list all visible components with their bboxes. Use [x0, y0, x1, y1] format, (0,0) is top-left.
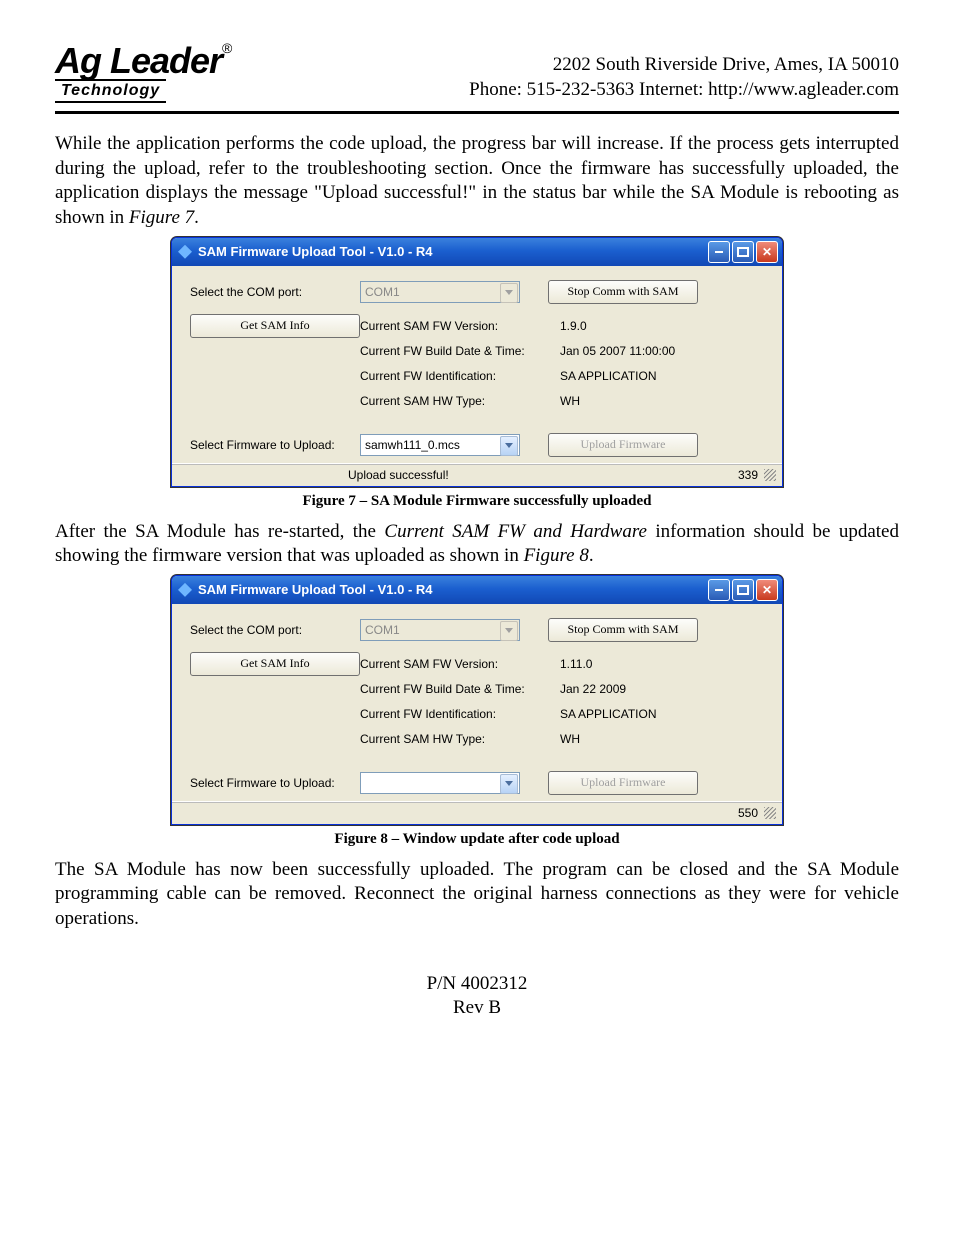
- stop-comm-button[interactable]: Stop Comm with SAM: [548, 618, 698, 642]
- header-contact: 2202 South Riverside Drive, Ames, IA 500…: [469, 52, 899, 103]
- revision: Rev B: [55, 996, 899, 1021]
- firmware-select-label: Select Firmware to Upload:: [190, 438, 360, 452]
- com-port-label: Select the COM port:: [190, 285, 360, 299]
- hw-type-value: WH: [560, 389, 675, 414]
- firmware-select[interactable]: samwh111_0.mcs: [360, 434, 520, 456]
- resize-grip-icon[interactable]: [764, 469, 776, 481]
- fw-build-date-value: Jan 05 2007 11:00:00: [560, 339, 675, 364]
- chevron-down-icon: [500, 283, 518, 303]
- chevron-down-icon: [500, 621, 518, 641]
- firmware-select-label: Select Firmware to Upload:: [190, 776, 360, 790]
- chevron-down-icon: [500, 436, 518, 456]
- resize-grip-icon[interactable]: [764, 807, 776, 819]
- close-button[interactable]: ✕: [756, 241, 778, 263]
- title-bar[interactable]: SAM Firmware Upload Tool - V1.0 - R4 ✕: [172, 576, 782, 604]
- app-icon: [178, 583, 192, 597]
- hw-type-value: WH: [560, 727, 656, 752]
- registered-mark: ®: [222, 40, 232, 56]
- header-phone-url: Phone: 515-232-5363 Internet: http://www…: [469, 77, 899, 103]
- com-port-select[interactable]: COM1: [360, 619, 520, 641]
- figure-7-window: SAM Firmware Upload Tool - V1.0 - R4 ✕ S…: [171, 237, 783, 487]
- com-port-select[interactable]: COM1: [360, 281, 520, 303]
- window-title: SAM Firmware Upload Tool - V1.0 - R4: [198, 582, 433, 597]
- figure-8-wrap: SAM Firmware Upload Tool - V1.0 - R4 ✕ S…: [55, 575, 899, 825]
- fw-id-value: SA APPLICATION: [560, 702, 656, 727]
- figure-7-wrap: SAM Firmware Upload Tool - V1.0 - R4 ✕ S…: [55, 237, 899, 487]
- get-sam-info-button[interactable]: Get SAM Info: [190, 314, 360, 338]
- document-page: Ag Leader® Technology 2202 South Riversi…: [0, 0, 954, 1235]
- minimize-button[interactable]: [708, 579, 730, 601]
- page-header: Ag Leader® Technology 2202 South Riversi…: [55, 40, 899, 114]
- status-bar: 550: [172, 801, 782, 824]
- figure-8-window: SAM Firmware Upload Tool - V1.0 - R4 ✕ S…: [171, 575, 783, 825]
- minimize-button[interactable]: [708, 241, 730, 263]
- close-button[interactable]: ✕: [756, 579, 778, 601]
- status-number: 339: [738, 468, 758, 482]
- logo: Ag Leader® Technology: [55, 40, 232, 103]
- status-bar: Upload successful! 339: [172, 463, 782, 486]
- app-icon: [178, 245, 192, 259]
- header-address: 2202 South Riverside Drive, Ames, IA 500…: [469, 52, 899, 78]
- com-port-label: Select the COM port:: [190, 623, 360, 637]
- paragraph-1: While the application performs the code …: [55, 132, 899, 231]
- get-sam-info-button[interactable]: Get SAM Info: [190, 652, 360, 676]
- part-number: P/N 4002312: [55, 972, 899, 997]
- upload-firmware-button[interactable]: Upload Firmware: [548, 433, 698, 457]
- figure-8-caption: Figure 8 – Window update after code uplo…: [55, 831, 899, 848]
- logo-main-text: Ag Leader: [55, 40, 222, 81]
- figure-7-caption: Figure 7 – SA Module Firmware successful…: [55, 493, 899, 510]
- status-number: 550: [738, 806, 758, 820]
- paragraph-3: The SA Module has now been successfully …: [55, 858, 899, 932]
- firmware-select[interactable]: [360, 772, 520, 794]
- paragraph-2: After the SA Module has re-started, the …: [55, 520, 899, 569]
- maximize-button[interactable]: [732, 579, 754, 601]
- title-bar[interactable]: SAM Firmware Upload Tool - V1.0 - R4 ✕: [172, 238, 782, 266]
- fw-id-value: SA APPLICATION: [560, 364, 675, 389]
- info-values: 1.9.0 Jan 05 2007 11:00:00 SA APPLICATIO…: [560, 314, 675, 415]
- fw-version-value: 1.11.0: [560, 652, 656, 677]
- page-footer: P/N 4002312 Rev B: [55, 972, 899, 1021]
- info-labels: Current SAM FW Version: Current FW Build…: [360, 314, 560, 415]
- stop-comm-button[interactable]: Stop Comm with SAM: [548, 280, 698, 304]
- upload-firmware-button[interactable]: Upload Firmware: [548, 771, 698, 795]
- fw-version-value: 1.9.0: [560, 314, 675, 339]
- fw-build-date-value: Jan 22 2009: [560, 677, 656, 702]
- info-labels: Current SAM FW Version: Current FW Build…: [360, 652, 560, 753]
- chevron-down-icon: [500, 774, 518, 794]
- maximize-button[interactable]: [732, 241, 754, 263]
- logo-sub-text: Technology: [55, 79, 166, 103]
- info-values: 1.11.0 Jan 22 2009 SA APPLICATION WH: [560, 652, 656, 753]
- window-title: SAM Firmware Upload Tool - V1.0 - R4: [198, 244, 433, 259]
- status-message: Upload successful!: [348, 468, 449, 482]
